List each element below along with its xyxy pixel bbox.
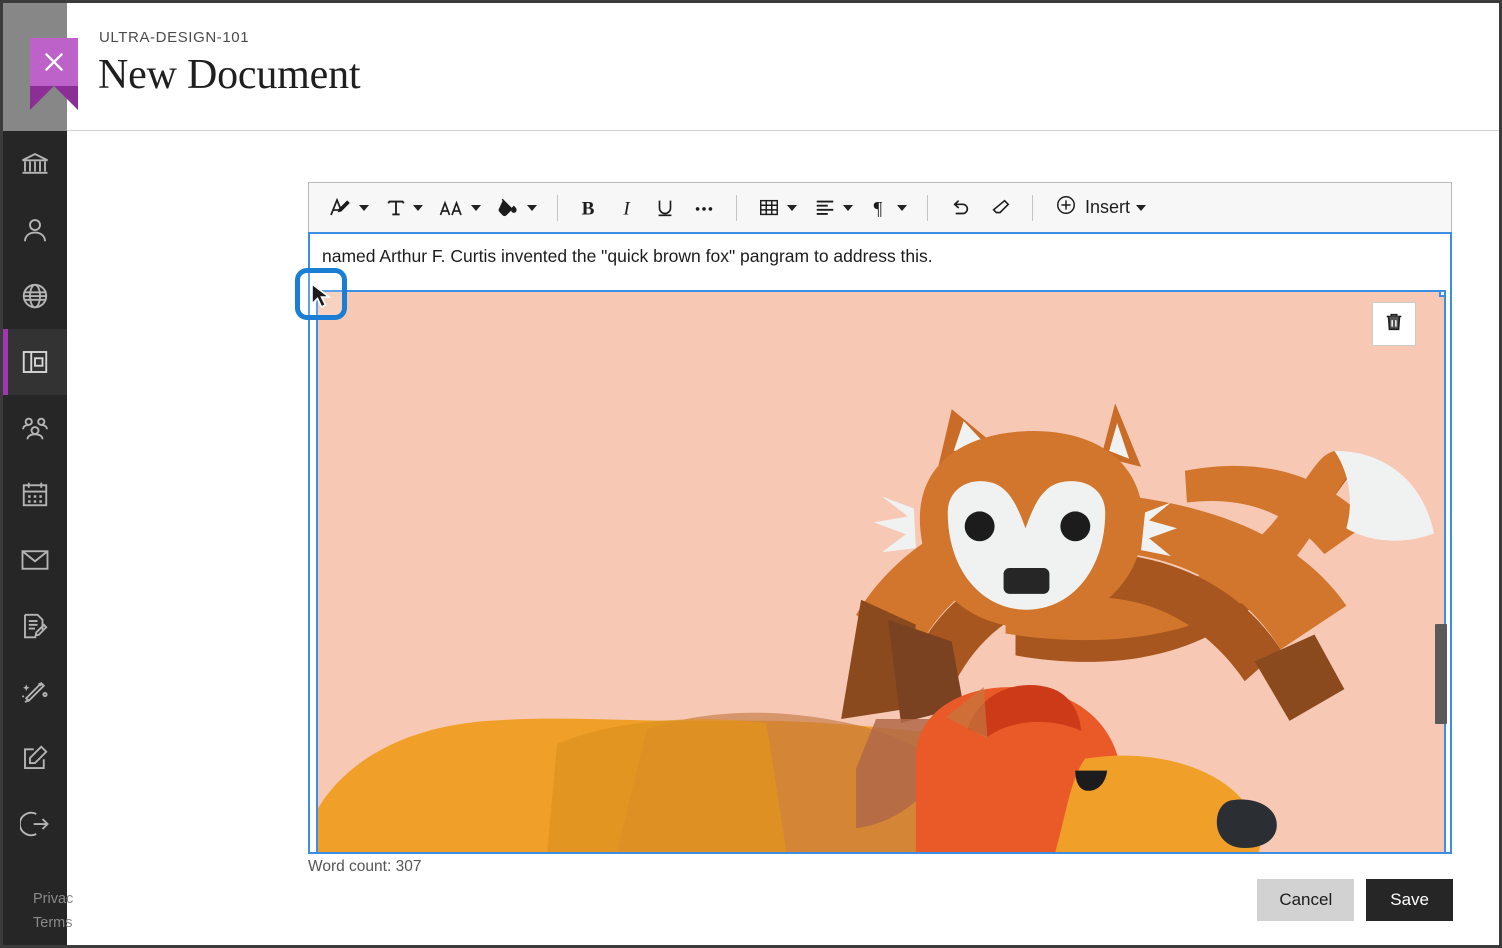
ellipsis-icon xyxy=(692,197,716,219)
word-count-label: Word count: 307 xyxy=(308,858,421,876)
sidebar-icon-list xyxy=(3,131,67,857)
font-size-icon xyxy=(439,197,465,219)
editor-content-area[interactable]: named Arthur F. Curtis invented the "qui… xyxy=(308,232,1452,854)
panel-header: ULTRA-DESIGN-101 New Document xyxy=(67,3,1499,131)
svg-text:¶: ¶ xyxy=(874,198,883,219)
paint-bucket-icon xyxy=(497,197,521,219)
toolbar-divider xyxy=(1032,195,1033,221)
table-icon xyxy=(757,197,781,219)
cancel-button[interactable]: Cancel xyxy=(1257,879,1354,921)
institution-icon xyxy=(20,149,50,179)
align-button[interactable] xyxy=(807,191,859,225)
group-icon xyxy=(20,413,50,443)
clear-formatting-button[interactable] xyxy=(982,191,1018,225)
breadcrumb: ULTRA-DESIGN-101 xyxy=(99,29,249,46)
more-options-button[interactable] xyxy=(686,191,722,225)
underline-button[interactable] xyxy=(648,191,682,225)
sidebar-nav: Privacy Terms xyxy=(3,3,67,945)
font-family-button[interactable] xyxy=(379,191,429,225)
person-icon xyxy=(20,215,50,245)
toolbar-divider xyxy=(736,195,737,221)
toolbar-divider xyxy=(557,195,558,221)
chevron-down-icon xyxy=(359,205,369,211)
chevron-down-icon xyxy=(527,205,537,211)
close-button-tail xyxy=(30,86,78,110)
plus-circle-icon xyxy=(1055,194,1077,221)
insert-label: Insert xyxy=(1085,197,1130,218)
close-icon xyxy=(41,49,67,75)
chevron-down-icon xyxy=(897,205,907,211)
svg-text:B: B xyxy=(582,198,595,219)
edit-square-icon xyxy=(20,743,50,773)
document-pen-icon xyxy=(20,611,50,641)
magic-wand-icon xyxy=(20,677,50,707)
pencil-a-icon xyxy=(329,197,353,219)
scrollbar-thumb[interactable] xyxy=(1435,624,1447,724)
pilcrow-icon: ¶ xyxy=(869,197,891,219)
close-button-wrap xyxy=(30,38,78,86)
sidebar-item-messages[interactable] xyxy=(3,527,67,593)
delete-image-button[interactable] xyxy=(1372,302,1416,346)
globe-icon xyxy=(20,281,50,311)
document-paragraph: named Arthur F. Curtis invented the "qui… xyxy=(322,246,933,267)
sidebar-item-notes[interactable] xyxy=(3,725,67,791)
italic-icon: I xyxy=(616,197,638,219)
sidebar-item-calendar[interactable] xyxy=(3,461,67,527)
editor-toolbar: B I xyxy=(308,182,1452,232)
chevron-down-icon xyxy=(1136,205,1146,211)
chevron-down-icon xyxy=(843,205,853,211)
close-button[interactable] xyxy=(30,38,78,86)
sidebar-legal-links: Privacy Terms xyxy=(33,887,73,935)
bold-button[interactable]: B xyxy=(572,191,606,225)
mouse-cursor xyxy=(309,282,335,315)
insert-button[interactable]: Insert xyxy=(1049,194,1152,221)
sidebar-item-profile[interactable] xyxy=(3,197,67,263)
toolbar-divider xyxy=(927,195,928,221)
app-root: Privacy Terms ULTRA-DESIGN-101 New Docum… xyxy=(0,0,1502,948)
table-button[interactable] xyxy=(751,191,803,225)
chevron-down-icon xyxy=(787,205,797,211)
trash-icon xyxy=(1383,311,1405,338)
italic-button[interactable]: I xyxy=(610,191,644,225)
paragraph-button[interactable]: ¶ xyxy=(863,191,913,225)
text-style-button[interactable] xyxy=(323,191,375,225)
footer-actions: Cancel Save xyxy=(1257,879,1453,921)
sign-out-icon xyxy=(20,809,50,839)
sidebar-item-institution[interactable] xyxy=(3,131,67,197)
envelope-icon xyxy=(20,545,50,575)
selected-image-block[interactable] xyxy=(316,290,1446,854)
chevron-down-icon xyxy=(471,205,481,211)
terms-link[interactable]: Terms xyxy=(33,911,73,935)
font-size-button[interactable] xyxy=(433,191,487,225)
sidebar-item-tools[interactable] xyxy=(3,659,67,725)
align-left-icon xyxy=(813,197,837,219)
sidebar-item-activity-stream[interactable] xyxy=(3,263,67,329)
underline-icon xyxy=(654,197,676,219)
chevron-down-icon xyxy=(413,205,423,211)
undo-button[interactable] xyxy=(942,191,978,225)
document-editor: B I xyxy=(308,182,1452,854)
sidebar-item-sign-out[interactable] xyxy=(3,791,67,857)
sidebar-item-organizations[interactable] xyxy=(3,395,67,461)
bold-icon: B xyxy=(578,197,600,219)
eraser-icon xyxy=(988,197,1012,219)
text-color-button[interactable] xyxy=(491,191,543,225)
svg-text:I: I xyxy=(622,198,631,219)
page-title: New Document xyxy=(98,51,360,99)
save-button[interactable]: Save xyxy=(1366,879,1453,921)
font-t-icon xyxy=(385,197,407,219)
sidebar-item-grades[interactable] xyxy=(3,593,67,659)
undo-icon xyxy=(948,197,972,219)
book-icon xyxy=(20,347,50,377)
calendar-icon xyxy=(20,479,50,509)
sidebar-item-courses[interactable] xyxy=(3,329,67,395)
privacy-link[interactable]: Privacy xyxy=(33,887,73,911)
fox-and-dog-illustration xyxy=(318,292,1444,852)
vertical-scrollbar[interactable] xyxy=(1434,234,1448,852)
